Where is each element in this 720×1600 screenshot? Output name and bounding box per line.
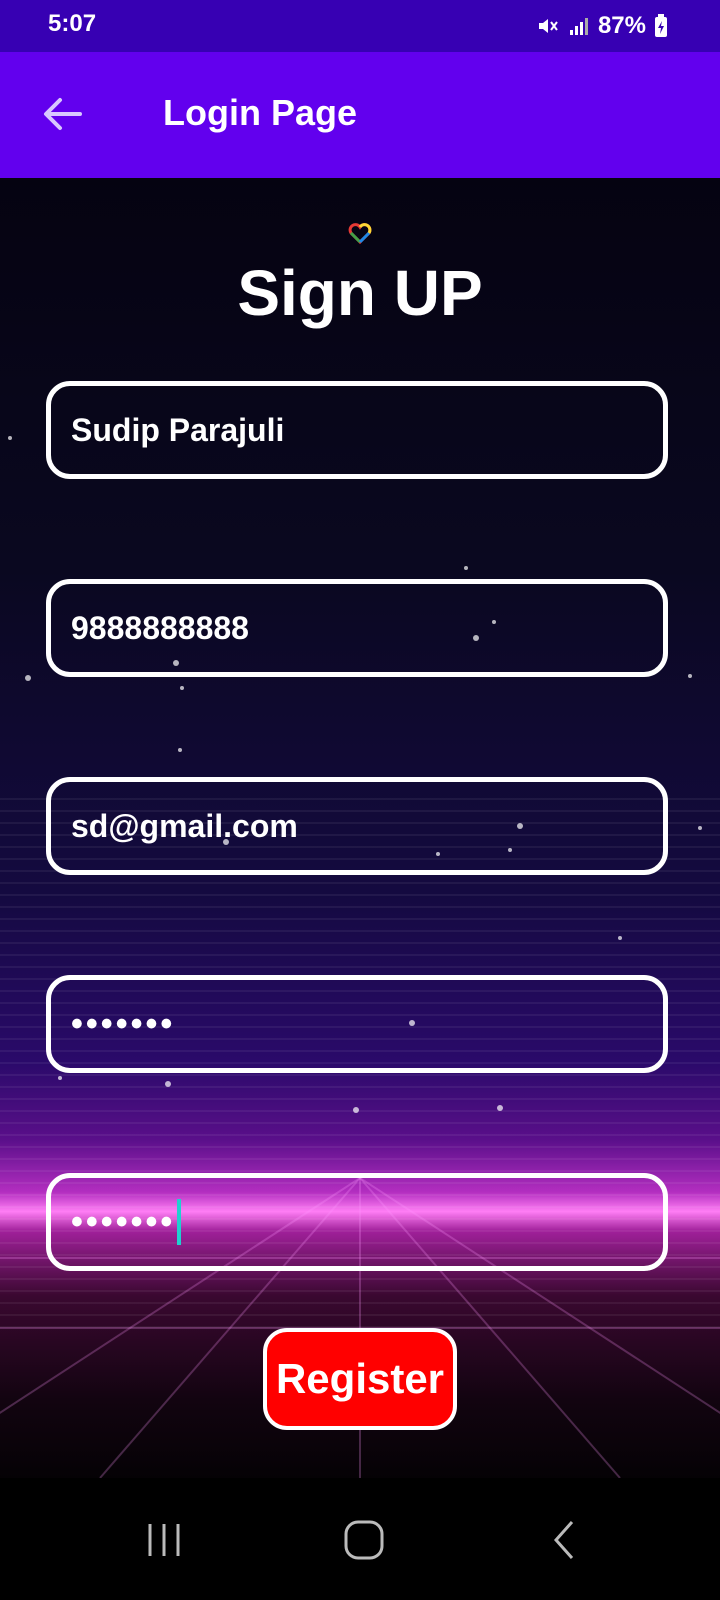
arrow-left-icon (44, 98, 82, 130)
recent-apps-icon (148, 1524, 180, 1556)
mute-icon (538, 19, 558, 33)
email-field[interactable]: sd@gmail.com (46, 777, 668, 875)
status-icons: 87% (536, 10, 668, 42)
back-button[interactable] (38, 92, 88, 136)
phone-field[interactable]: 9888888888 (46, 579, 668, 677)
signal-icon (569, 18, 588, 35)
app-bar: Login Page (0, 52, 720, 178)
recent-apps-button[interactable] (134, 1512, 194, 1568)
signup-heading: Sign UP (237, 257, 483, 329)
back-icon (553, 1521, 574, 1559)
password-field[interactable]: ••••••• (46, 975, 668, 1073)
home-icon (344, 1520, 384, 1560)
text-cursor (177, 1199, 182, 1245)
system-nav-bar (0, 1478, 720, 1600)
register-button[interactable]: Register (263, 1328, 457, 1430)
status-time: 5:07 (48, 10, 97, 37)
battery-charging-icon (655, 14, 667, 37)
confirm-password-field[interactable]: ••••••• (46, 1173, 668, 1271)
nav-back-button[interactable] (536, 1512, 596, 1568)
name-field[interactable]: Sudip Parajuli (46, 381, 668, 479)
confirm-password-value: ••••••• (71, 1202, 176, 1241)
status-bar: 5:07 87% (0, 0, 720, 52)
battery-percent: 87% (597, 12, 646, 39)
signup-content: Sign UP Sudip Parajuli 9888888888 sd@gma… (0, 178, 720, 1478)
app-title: Login Page (163, 92, 358, 133)
heart-logo-icon (348, 223, 372, 244)
home-button[interactable] (334, 1512, 394, 1568)
